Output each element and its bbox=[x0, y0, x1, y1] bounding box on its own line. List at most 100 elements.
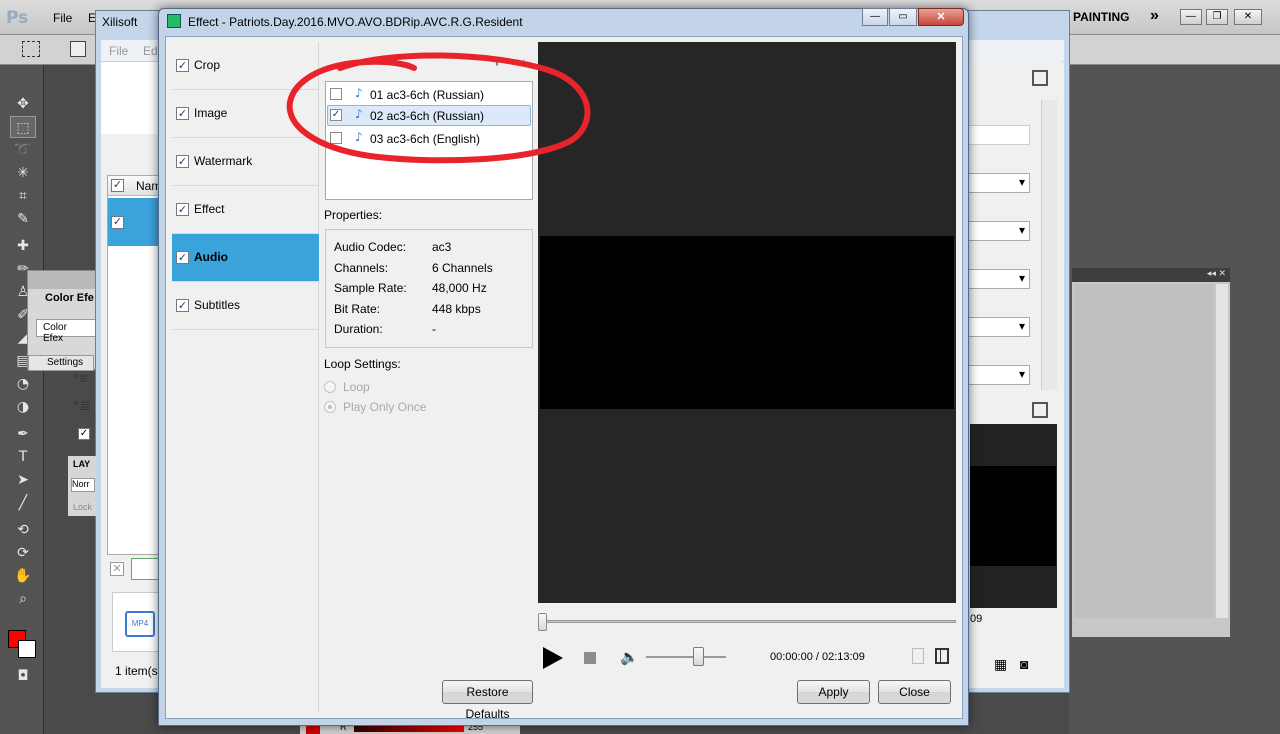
nav-item-effect[interactable]: ✓ Effect bbox=[172, 186, 319, 234]
ps-document-scrollbar[interactable] bbox=[1216, 284, 1228, 618]
color-efex-button[interactable]: Color Efex bbox=[36, 319, 96, 344]
xili-file-checkbox[interactable]: ✓ bbox=[111, 216, 124, 229]
nav-audio-label: Audio bbox=[194, 250, 228, 264]
xili-combo-5[interactable] bbox=[966, 365, 1030, 385]
path-select-tool-icon[interactable]: ➤ bbox=[10, 469, 36, 491]
loop-radio-label: Loop bbox=[343, 380, 370, 394]
film-view-icon[interactable] bbox=[935, 648, 949, 664]
time-readout: 00:00:00 / 02:13:09 bbox=[770, 651, 865, 663]
volume-slider[interactable] bbox=[646, 656, 726, 658]
dialog-maximize-button[interactable]: ▭ bbox=[889, 8, 917, 26]
xili-combo-2[interactable] bbox=[966, 221, 1030, 241]
nav-watermark-checkbox[interactable]: ✓ bbox=[176, 155, 189, 168]
layers-label: LAY bbox=[73, 459, 91, 469]
settings-tab[interactable]: Settings bbox=[28, 355, 94, 371]
snapshot-folder-icon[interactable]: ▦ bbox=[994, 656, 1007, 673]
dodge-tool-icon[interactable]: ◑ bbox=[10, 396, 36, 418]
video-frame bbox=[540, 236, 954, 409]
xili-combo-1[interactable] bbox=[966, 173, 1030, 193]
camera-icon[interactable]: ◙ bbox=[1020, 656, 1028, 672]
background-color-swatch[interactable] bbox=[18, 640, 36, 658]
marquee-tool-icon[interactable]: ⬚ bbox=[10, 116, 36, 138]
hand-tool-icon[interactable]: ✋ bbox=[10, 565, 36, 587]
volume-icon[interactable]: 🔈 bbox=[620, 648, 639, 666]
ps-minimize-button[interactable]: — bbox=[1180, 9, 1202, 25]
restore-defaults-button[interactable]: Restore Defaults bbox=[442, 680, 533, 721]
loop-radio[interactable] bbox=[324, 381, 336, 393]
crop-tool-icon[interactable]: ⌗ bbox=[10, 185, 36, 207]
color-efex-panel-title: Color Efe bbox=[45, 292, 94, 304]
dialog-minimize-button[interactable]: — bbox=[862, 8, 888, 26]
xili-file-row[interactable]: ✓ bbox=[108, 198, 158, 246]
xili-menu-file[interactable]: File bbox=[109, 44, 128, 58]
nav-effect-label: Effect bbox=[194, 202, 225, 216]
loop-settings-title: Loop Settings: bbox=[324, 357, 401, 371]
line-tool-icon[interactable]: ╱ bbox=[10, 492, 36, 514]
volume-handle[interactable] bbox=[693, 647, 704, 666]
move-tool-icon[interactable]: ✥ bbox=[10, 93, 36, 115]
ps-document-titlebar: ◂◂ ✕ bbox=[1072, 268, 1230, 282]
zoom-tool-icon[interactable]: ⌕ bbox=[10, 588, 36, 610]
type-tool-icon[interactable]: T bbox=[10, 446, 36, 468]
nav-audio-checkbox[interactable]: ✓ bbox=[176, 251, 189, 264]
apply-button[interactable]: Apply bbox=[797, 680, 870, 704]
close-button[interactable]: Close bbox=[878, 680, 951, 704]
xili-visibility-checkbox[interactable]: ✓ bbox=[78, 428, 90, 440]
add-files-icon[interactable]: ⁺≡ bbox=[72, 370, 94, 386]
red-annotation-circle bbox=[286, 52, 591, 164]
effect-dialog-app-icon bbox=[167, 14, 181, 28]
ps-marquee-option-icon[interactable] bbox=[22, 41, 40, 57]
play-once-radio[interactable] bbox=[324, 401, 336, 413]
ps-restore-button[interactable]: ❐ bbox=[1206, 9, 1228, 25]
play-icon[interactable] bbox=[543, 647, 563, 669]
seek-handle[interactable] bbox=[538, 613, 547, 631]
seek-bar[interactable] bbox=[538, 620, 956, 623]
blend-mode-select[interactable]: Norr bbox=[71, 478, 95, 492]
pen-tool-icon[interactable]: ✒ bbox=[10, 423, 36, 445]
split-view-icon[interactable] bbox=[912, 648, 924, 664]
xili-combo-4[interactable] bbox=[966, 317, 1030, 337]
eyedropper-tool-icon[interactable]: ✎ bbox=[10, 208, 36, 230]
xili-list-header: ✓ Nam bbox=[108, 176, 161, 196]
healing-tool-icon[interactable]: ✚ bbox=[10, 235, 36, 257]
xili-combo-3[interactable] bbox=[966, 269, 1030, 289]
prop-bitrate-value: 448 kbps bbox=[432, 302, 481, 316]
magic-wand-tool-icon[interactable]: ✳ bbox=[10, 162, 36, 184]
nav-image-checkbox[interactable]: ✓ bbox=[176, 107, 189, 120]
3d-orbit-tool-icon[interactable]: ⟳ bbox=[10, 542, 36, 564]
3d-rotate-tool-icon[interactable]: ⟲ bbox=[10, 519, 36, 541]
prop-codec-value: ac3 bbox=[432, 240, 452, 254]
ps-selection-mode-icon[interactable] bbox=[70, 41, 86, 57]
ps-workspace-label[interactable]: PAINTING bbox=[1073, 10, 1129, 24]
ps-close-button[interactable]: ✕ bbox=[1234, 9, 1262, 25]
xili-status-count: 1 item(s bbox=[115, 664, 158, 678]
expand-icon[interactable] bbox=[1032, 70, 1048, 86]
dialog-close-button[interactable]: ✕ bbox=[918, 8, 964, 26]
color-efex-panel: Color Efe Color Efex Settings bbox=[27, 270, 97, 371]
nav-item-audio[interactable]: ✓ Audio bbox=[172, 234, 319, 282]
nav-effect-checkbox[interactable]: ✓ bbox=[176, 203, 189, 216]
ps-menu-file[interactable]: File bbox=[53, 11, 72, 25]
stop-icon[interactable] bbox=[584, 652, 596, 664]
xili-clear-icon[interactable]: ✕ bbox=[110, 562, 124, 576]
add-folder-icon[interactable]: ⁺≣ bbox=[72, 397, 94, 413]
color-value-slider[interactable] bbox=[354, 726, 464, 732]
nav-crop-label: Crop bbox=[194, 58, 221, 72]
ps-overflow-icon[interactable]: » bbox=[1150, 7, 1159, 25]
prop-bitrate-key: Bit Rate: bbox=[334, 302, 381, 316]
prop-duration-key: Duration: bbox=[334, 322, 383, 336]
xili-format-thumbnail[interactable]: MP4 bbox=[112, 592, 160, 652]
lock-label: Lock bbox=[73, 502, 93, 512]
xili-scrollbar[interactable] bbox=[1041, 100, 1057, 390]
xili-text-field[interactable] bbox=[966, 125, 1030, 145]
quick-mask-icon[interactable]: ◘ bbox=[10, 665, 36, 687]
preview-expand-icon[interactable] bbox=[1032, 402, 1048, 418]
prop-channels-value: 6 Channels bbox=[432, 261, 493, 275]
xili-select-all-checkbox[interactable]: ✓ bbox=[111, 179, 124, 192]
nav-crop-checkbox[interactable]: ✓ bbox=[176, 59, 189, 72]
blur-tool-icon[interactable]: ◔ bbox=[10, 373, 36, 395]
lasso-tool-icon[interactable]: ➰ bbox=[10, 139, 36, 161]
effect-dialog-title: Effect - Patriots.Day.2016.MVO.AVO.BDRip… bbox=[188, 15, 523, 29]
nav-subtitles-checkbox[interactable]: ✓ bbox=[176, 299, 189, 312]
nav-item-subtitles[interactable]: ✓ Subtitles bbox=[172, 282, 319, 330]
